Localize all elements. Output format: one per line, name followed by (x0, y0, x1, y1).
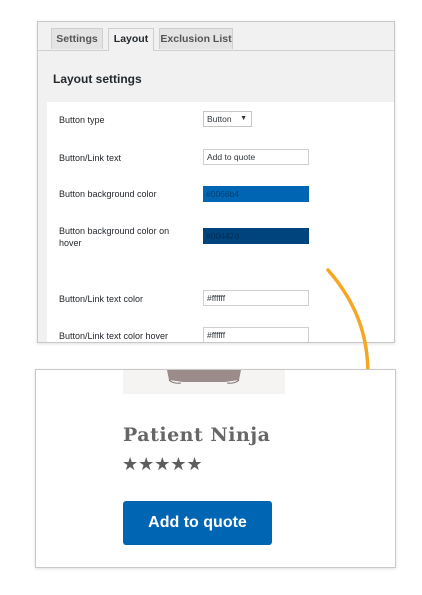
bg-color-label: Button background color (59, 189, 157, 199)
link-text-input[interactable] (203, 149, 309, 165)
panel-heading: Layout settings (53, 72, 142, 86)
settings-tabs: Settings Layout Exclusion List (38, 22, 394, 51)
product-tshirt-image (167, 370, 241, 384)
star-rating: ★★★★★ (122, 454, 203, 474)
text-color-input[interactable] (203, 290, 309, 306)
tab-settings[interactable]: Settings (51, 28, 103, 49)
tab-layout[interactable]: Layout (108, 28, 154, 51)
button-type-label: Button type (59, 115, 105, 125)
button-type-value: Button (207, 114, 232, 124)
text-color-hover-input[interactable] (203, 327, 309, 342)
product-image (123, 370, 285, 394)
add-to-quote-button[interactable]: Add to quote (123, 501, 272, 545)
bg-color-hover-input[interactable]: #00447d (203, 228, 309, 244)
text-color-label: Button/Link text color (59, 294, 144, 304)
bg-color-input[interactable]: #0066b4 (203, 186, 309, 202)
text-color-hover-label: Button/Link text color hover (59, 331, 169, 341)
product-preview: Patient Ninja ★★★★★ Add to quote (35, 369, 396, 568)
button-type-select[interactable]: Button ▼ (203, 111, 252, 127)
tab-exclusion-list[interactable]: Exclusion List (159, 28, 233, 49)
chevron-down-icon: ▼ (240, 115, 247, 122)
bg-color-hover-label: Button background color on hover (59, 226, 170, 248)
link-text-label: Button/Link text (59, 153, 122, 163)
product-title: Patient Ninja (123, 424, 271, 446)
